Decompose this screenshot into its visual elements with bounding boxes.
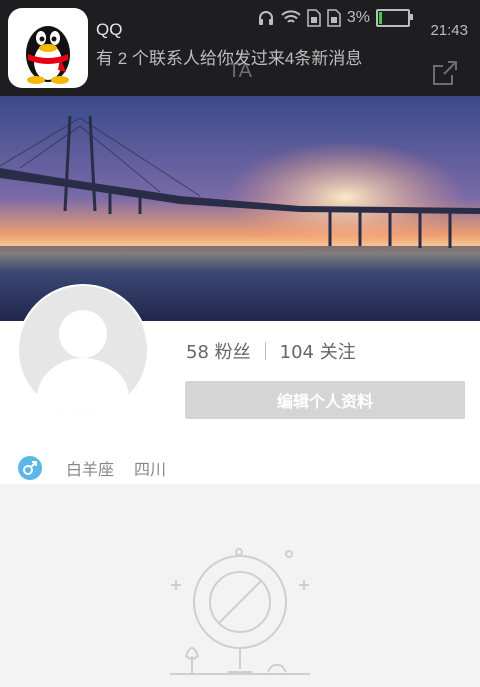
location: 四川 [134, 460, 167, 479]
default-avatar-icon [37, 310, 129, 414]
edit-profile-button[interactable]: 编辑个人资料 [185, 381, 465, 419]
constellation: 白羊座 [66, 460, 115, 479]
clock: 21:43 [430, 22, 468, 39]
qq-app-icon[interactable] [8, 8, 88, 88]
fans-stat[interactable]: 58 粉丝 [186, 338, 251, 364]
wifi-icon [281, 10, 301, 23]
share-icon[interactable] [430, 58, 460, 88]
male-gender-icon [18, 456, 42, 480]
follow-stats: 58 粉丝 104 关注 [186, 338, 356, 364]
no-content-illustration [170, 548, 310, 675]
stats-divider [264, 342, 266, 360]
fans-count: 58 [186, 342, 209, 363]
follow-stat[interactable]: 104 关注 [280, 338, 356, 364]
sim-card-icon [307, 9, 321, 27]
sim-card-icon [327, 9, 341, 27]
qq-penguin-icon [26, 26, 70, 84]
battery-icon [376, 9, 413, 27]
fans-label: 粉丝 [214, 342, 251, 363]
battery-percent: 3% [346, 9, 370, 26]
notification-title[interactable]: QQ [96, 20, 122, 40]
profile-info-row: 白羊座 四川 [18, 456, 166, 480]
follow-label: 关注 [319, 342, 356, 363]
headphones-icon [258, 11, 273, 25]
notification-message[interactable]: 有 2 个联系人给你发过来4条新消息 [96, 44, 362, 69]
follow-count: 104 [279, 342, 314, 363]
avatar[interactable] [17, 284, 149, 416]
empty-state [0, 484, 480, 683]
